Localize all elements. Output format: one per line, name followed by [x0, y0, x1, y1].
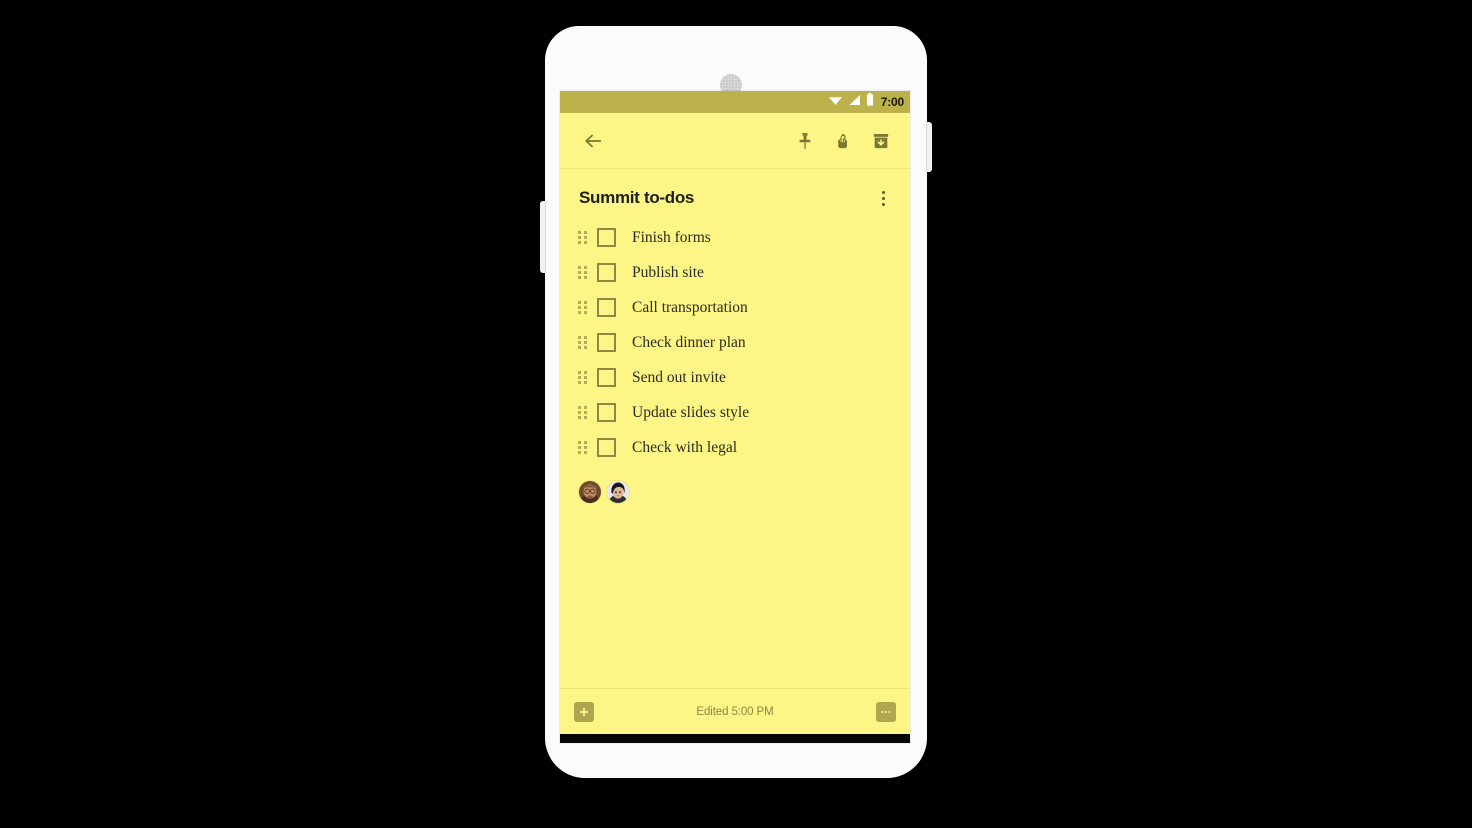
- status-bar-clock: 7:00: [880, 95, 904, 109]
- cell-signal-icon: [848, 93, 861, 111]
- pin-icon[interactable]: [786, 122, 824, 160]
- overflow-dot: [881, 196, 885, 200]
- collaborator-avatars: [560, 465, 910, 503]
- drag-handle-icon[interactable]: [576, 231, 588, 244]
- checklist: Finish forms Publish site Call transport…: [560, 220, 910, 465]
- checklist-item: Finish forms: [576, 220, 900, 255]
- power-button[interactable]: [926, 122, 932, 172]
- drag-handle-icon[interactable]: [576, 301, 588, 314]
- back-arrow-icon[interactable]: [574, 122, 612, 160]
- drag-handle-icon[interactable]: [576, 266, 588, 279]
- checklist-checkbox[interactable]: [597, 403, 616, 422]
- checklist-item-label[interactable]: Update slides style: [632, 404, 749, 422]
- note-header: Summit to-dos: [560, 169, 910, 211]
- phone-screen: 7:00 Summit to-dos Finish forms Publish …: [560, 91, 910, 743]
- nav-home-icon[interactable]: [715, 738, 755, 743]
- checklist-checkbox[interactable]: [597, 368, 616, 387]
- drag-handle-icon[interactable]: [576, 336, 588, 349]
- app-toolbar: [560, 113, 910, 169]
- checklist-item: Call transportation: [576, 290, 900, 325]
- checklist-item: Update slides style: [576, 395, 900, 430]
- nav-recents-icon[interactable]: [808, 738, 848, 743]
- collaborator-avatar-1[interactable]: [579, 481, 601, 503]
- drag-handle-icon[interactable]: [576, 441, 588, 454]
- battery-icon: [866, 93, 874, 111]
- collaborator-avatar-2[interactable]: [607, 481, 629, 503]
- volume-rocker-button[interactable]: [540, 201, 546, 273]
- overflow-dot: [881, 202, 885, 206]
- checklist-item: Check with legal: [576, 430, 900, 465]
- checklist-item-label[interactable]: Check with legal: [632, 439, 737, 457]
- checklist-item-label[interactable]: Send out invite: [632, 369, 726, 387]
- checklist-item-label[interactable]: Call transportation: [632, 299, 748, 317]
- checklist-checkbox[interactable]: [597, 298, 616, 317]
- more-horizontal-icon[interactable]: [876, 701, 896, 722]
- checklist-item: Send out invite: [576, 360, 900, 395]
- checklist-item-label[interactable]: Check dinner plan: [632, 334, 746, 352]
- plus-icon[interactable]: [574, 701, 594, 722]
- reminder-icon[interactable]: [824, 122, 862, 160]
- nav-back-icon[interactable]: [622, 738, 662, 743]
- checklist-item: Check dinner plan: [576, 325, 900, 360]
- checklist-item: Publish site: [576, 255, 900, 290]
- checklist-item-label[interactable]: Publish site: [632, 264, 704, 282]
- checklist-item-label[interactable]: Finish forms: [632, 229, 711, 247]
- drag-handle-icon[interactable]: [576, 406, 588, 419]
- archive-icon[interactable]: [862, 122, 900, 160]
- note-bottom-bar: Edited 5:00 PM: [560, 688, 910, 734]
- phone-top-bezel: [545, 26, 927, 96]
- more-vertical-icon[interactable]: [870, 185, 896, 211]
- status-bar: 7:00: [560, 91, 910, 113]
- note-edited-timestamp: Edited 5:00 PM: [696, 705, 774, 718]
- drag-handle-icon[interactable]: [576, 371, 588, 384]
- checklist-checkbox[interactable]: [597, 263, 616, 282]
- checklist-checkbox[interactable]: [597, 228, 616, 247]
- android-navigation-bar: [560, 734, 910, 743]
- checklist-checkbox[interactable]: [597, 333, 616, 352]
- note-content-area: Summit to-dos Finish forms Publish site …: [560, 169, 910, 688]
- checklist-checkbox[interactable]: [597, 438, 616, 457]
- phone-device-frame: 7:00 Summit to-dos Finish forms Publish …: [540, 26, 932, 778]
- overflow-dot: [881, 190, 885, 194]
- wifi-icon: [828, 93, 843, 111]
- note-title[interactable]: Summit to-dos: [579, 187, 870, 208]
